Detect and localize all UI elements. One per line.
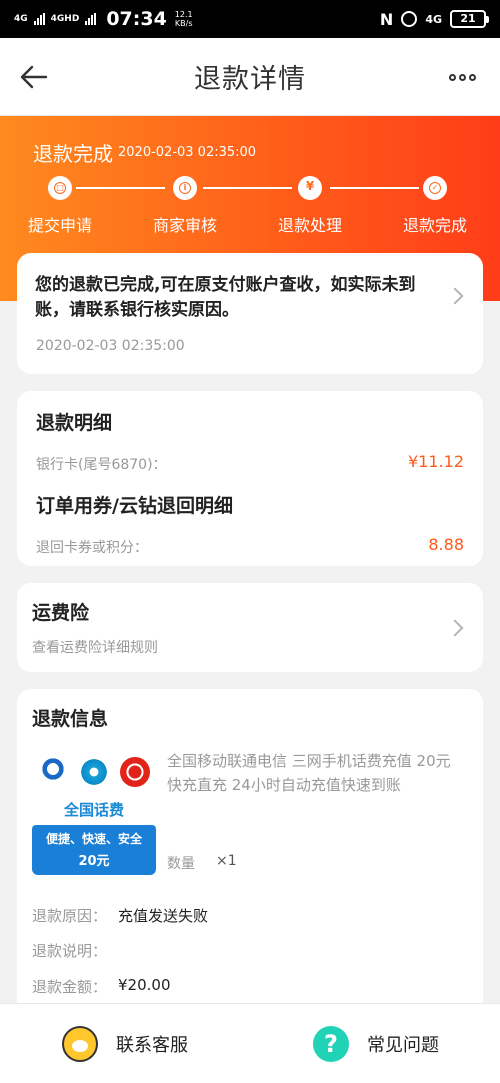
more-button[interactable] (444, 62, 480, 92)
carrier-logos (32, 757, 156, 787)
contact-service-button[interactable]: 联系客服 (62, 1024, 188, 1064)
refund-info-title: 退款信息 (32, 708, 109, 730)
banner-line-2: 20元 (78, 854, 110, 869)
refund-reason-label: 退款原因： (32, 907, 108, 925)
contact-service-label: 联系客服 (116, 1035, 188, 1056)
refund-info-card: 退款信息 全国话费 便捷、快速、安全 20元 全国移动联通电信 三网手机话费充值… (17, 689, 483, 1019)
refund-detail-card: 退款明细 银行卡(尾号6870)： ¥11.12 订单用券/云钻退回明细 退回卡… (17, 391, 483, 566)
network-speed: 12.1 KB/s (175, 10, 193, 28)
review-icon: i (173, 176, 197, 200)
coupon-refund-amount: 8.88 (428, 535, 464, 554)
network-type-3: 4G (425, 12, 442, 26)
submit-icon: □ (48, 176, 72, 200)
back-arrow-icon (20, 65, 48, 89)
chevron-right-icon (446, 619, 464, 637)
clock-time: 07:34 (106, 8, 167, 30)
step-connector (330, 187, 419, 189)
shipping-insurance-card[interactable]: 运费险 查看运费险详细规则 (17, 583, 483, 672)
status-right: N 4G 21 (379, 9, 489, 29)
check-icon: ✓ (423, 176, 447, 200)
product-image[interactable]: 全国话费 便捷、快速、安全 20元 (32, 747, 156, 875)
product-image-name: 全国话费 (63, 801, 124, 819)
speed-value: 12.1 (174, 10, 193, 19)
refund-reason-value: 充值发送失败 (118, 907, 209, 925)
battery-icon: 21 (450, 10, 489, 28)
refund-detail-title: 退款明细 (36, 412, 113, 434)
status-bar: 4G 4GHD 07:34 12.1 KB/s N 4G 21 (0, 0, 500, 38)
banner-line-1: 便捷、快速、安全 (45, 832, 142, 846)
speed-unit: KB/s (174, 19, 193, 28)
yen-icon-glyph: ¥ (305, 179, 315, 193)
china-unicom-logo-icon (120, 757, 151, 787)
refund-amount-value: ¥20.00 (118, 976, 171, 994)
refund-status-text: 退款完成 (33, 142, 113, 166)
alarm-icon (401, 11, 418, 27)
back-button[interactable] (14, 57, 54, 97)
coupon-refund-title: 订单用券/云钻退回明细 (36, 495, 233, 517)
status-left: 4G 4GHD 07:34 12.1 KB/s (14, 8, 193, 30)
step-connector (76, 187, 165, 189)
network-type-2: 4GHD (50, 13, 80, 24)
nav-bar: 退款详情 (0, 38, 500, 116)
quantity-label: 数量 (167, 856, 195, 872)
shipping-insurance-title: 运费险 (32, 602, 90, 624)
check-icon-glyph: ✓ (429, 182, 441, 194)
bottom-action-bar: 联系客服 ? 常见问题 (0, 1003, 500, 1083)
refund-notice-time: 2020-02-03 02:35:00 (36, 338, 185, 354)
question-icon: ? (313, 1026, 349, 1062)
product-title[interactable]: 全国移动联通电信 三网手机话费充值 20元 快充直充 24小时自动充值快速到账 (167, 749, 467, 797)
nfc-icon: N (379, 9, 394, 29)
product-image-banner: 便捷、快速、安全 20元 (32, 825, 156, 875)
faq-label: 常见问题 (367, 1035, 439, 1056)
customer-service-icon (62, 1026, 98, 1062)
more-dot-icon (458, 73, 466, 81)
signal-icon (33, 13, 45, 25)
refund-amount-label: 退款金额： (32, 978, 108, 996)
coupon-refund-label: 退回卡券或积分： (36, 540, 148, 556)
faq-button[interactable]: ? 常见问题 (313, 1024, 439, 1064)
step-label-complete: 退款完成 (402, 216, 467, 235)
bank-card-amount: ¥11.12 (408, 452, 464, 471)
refund-notice-text: 您的退款已完成,可在原支付账户查收，如实际未到账，请联系银行核实原因。 (35, 275, 416, 320)
refund-status-time: 2020-02-03 02:35:00 (118, 145, 257, 160)
page-title: 退款详情 (194, 64, 306, 95)
network-type-1: 4G (14, 13, 28, 24)
china-telecom-logo-icon (37, 757, 68, 787)
review-icon-glyph: i (179, 182, 191, 194)
refund-notice-card[interactable]: 您的退款已完成,可在原支付账户查收，如实际未到账，请联系银行核实原因。 2020… (17, 253, 483, 374)
signal-icon-2 (85, 13, 97, 25)
more-dot-icon (468, 73, 476, 81)
progress-steps: □ i ¥ ✓ 提交申请 商家审核 退款处理 退款完成 (0, 176, 500, 246)
bank-card-label: 银行卡(尾号6870)： (36, 457, 167, 473)
step-label-review: 商家审核 (152, 216, 217, 235)
yen-icon: ¥ (298, 176, 322, 200)
china-mobile-logo-icon (78, 757, 109, 787)
step-connector (203, 187, 292, 189)
step-label-submit: 提交申请 (27, 216, 92, 235)
quantity-value: ×1 (216, 853, 237, 869)
shipping-insurance-desc: 查看运费险详细规则 (32, 640, 158, 656)
refund-desc-label: 退款说明： (32, 942, 108, 960)
more-dot-icon (448, 73, 456, 81)
submit-icon-glyph: □ (54, 182, 66, 194)
chevron-right-icon (446, 287, 464, 305)
step-label-process: 退款处理 (277, 216, 342, 235)
